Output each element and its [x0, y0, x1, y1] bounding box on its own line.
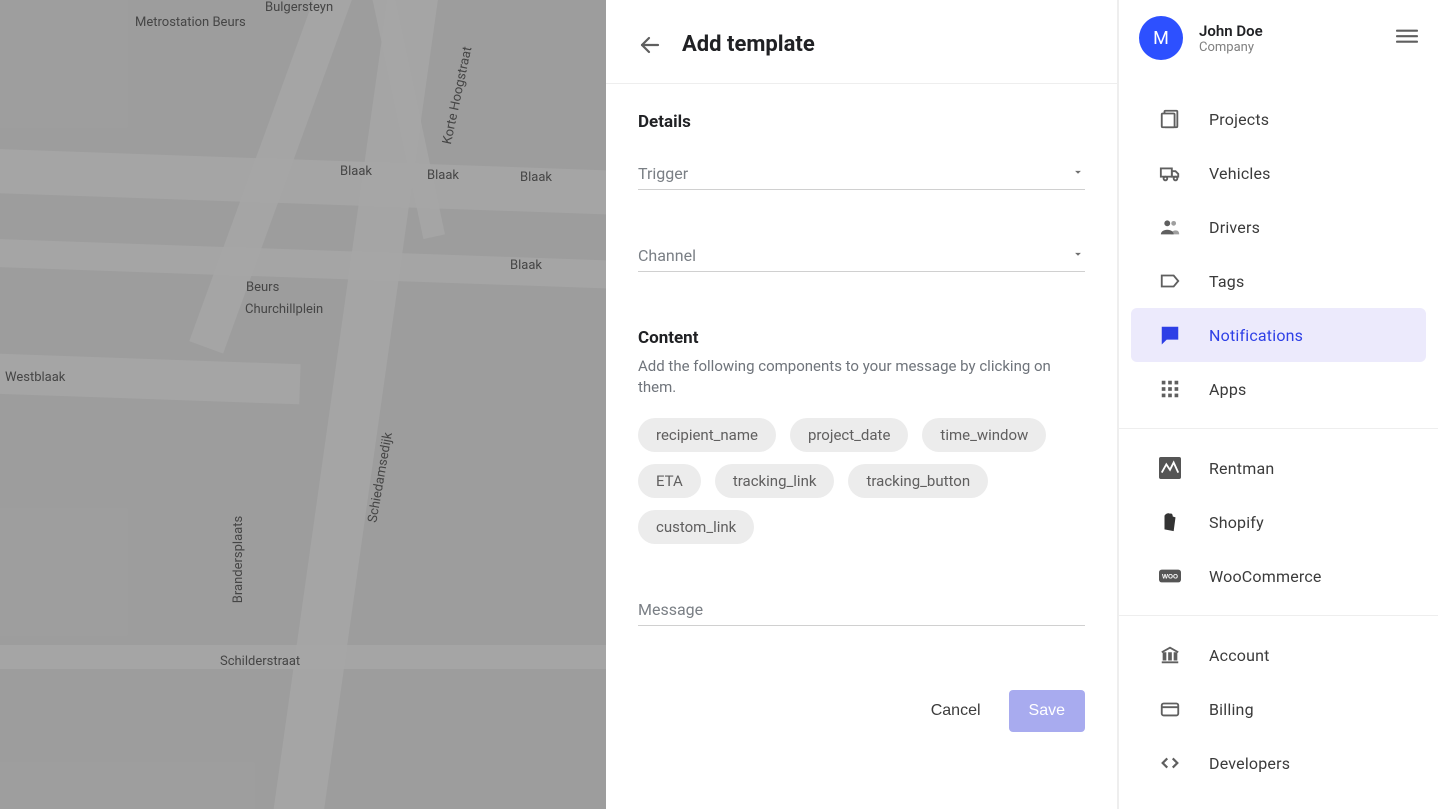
cancel-button[interactable]: Cancel	[931, 702, 981, 720]
add-template-panel: Add template Details Trigger Channel Con…	[606, 0, 1118, 809]
sidebar-item-apps[interactable]: Apps	[1131, 362, 1426, 416]
panel-title: Add template	[682, 32, 815, 57]
trigger-placeholder: Trigger	[638, 164, 688, 183]
user-name: John Doe	[1199, 22, 1263, 40]
message-placeholder: Message	[638, 600, 703, 619]
details-heading: Details	[638, 112, 1085, 132]
truck-icon	[1159, 162, 1181, 184]
sidebar-item-label: Tags	[1209, 272, 1398, 291]
chat-icon	[1159, 324, 1181, 346]
chip-ETA[interactable]: ETA	[638, 464, 701, 498]
panel-actions: Cancel Save	[606, 690, 1117, 764]
sidebar-item-projects[interactable]: Projects	[1131, 92, 1426, 146]
sidebar-item-label: Projects	[1209, 110, 1398, 129]
shopify-icon	[1159, 511, 1181, 533]
sidebar: M John Doe Company Projects Vehicles Drive…	[1118, 0, 1438, 809]
sidebar-item-label: Rentman	[1209, 459, 1398, 478]
back-arrow-icon[interactable]	[638, 33, 662, 57]
chip-project_date[interactable]: project_date	[790, 418, 908, 452]
hamburger-icon[interactable]	[1396, 25, 1418, 51]
code-icon	[1159, 752, 1181, 774]
sidebar-item-label: WooCommerce	[1209, 567, 1398, 586]
chevron-down-icon	[1071, 164, 1085, 183]
sidebar-item-billing[interactable]: Billing	[1131, 682, 1426, 736]
sidebar-header: M John Doe Company	[1119, 0, 1438, 84]
map-background: Metrostation BeursBulgersteynKorte Hoogs…	[0, 0, 606, 809]
sidebar-item-tags[interactable]: Tags	[1131, 254, 1426, 308]
avatar[interactable]: M	[1139, 16, 1183, 60]
sidebar-item-vehicles[interactable]: Vehicles	[1131, 146, 1426, 200]
sidebar-item-label: Notifications	[1209, 326, 1398, 345]
component-chips: recipient_name project_date time_window ETA…	[638, 418, 1085, 544]
channel-select[interactable]: Channel	[638, 246, 1085, 272]
rentman-icon	[1159, 457, 1181, 479]
drivers-icon	[1159, 216, 1181, 238]
sidebar-item-woocommerce[interactable]: WOO WooCommerce	[1131, 549, 1426, 603]
sidebar-item-label: Billing	[1209, 700, 1398, 719]
sidebar-item-label: Vehicles	[1209, 164, 1398, 183]
sidebar-item-notifications[interactable]: Notifications	[1131, 308, 1426, 362]
content-hint: Add the following components to your mes…	[638, 356, 1085, 398]
chip-recipient_name[interactable]: recipient_name	[638, 418, 776, 452]
sidebar-item-developers[interactable]: Developers	[1131, 736, 1426, 790]
chip-custom_link[interactable]: custom_link	[638, 510, 754, 544]
sidebar-item-label: Shopify	[1209, 513, 1398, 532]
sidebar-item-label: Drivers	[1209, 218, 1398, 237]
svg-text:WOO: WOO	[1162, 574, 1178, 581]
content-heading: Content	[638, 328, 1085, 348]
message-input[interactable]: Message	[638, 600, 1085, 626]
sidebar-item-account[interactable]: Account	[1131, 628, 1426, 682]
user-company: Company	[1199, 40, 1263, 55]
chevron-down-icon	[1071, 246, 1085, 265]
sidebar-item-shopify[interactable]: Shopify	[1131, 495, 1426, 549]
sidebar-item-rentman[interactable]: Rentman	[1131, 441, 1426, 495]
tag-icon	[1159, 270, 1181, 292]
card-icon	[1159, 698, 1181, 720]
sidebar-item-label: Apps	[1209, 380, 1398, 399]
bank-icon	[1159, 644, 1181, 666]
woo-icon: WOO	[1159, 565, 1181, 587]
sidebar-item-label: Developers	[1209, 754, 1398, 773]
save-button[interactable]: Save	[1009, 690, 1085, 732]
sidebar-item-label: Account	[1209, 646, 1398, 665]
chip-tracking_button[interactable]: tracking_button	[848, 464, 988, 498]
channel-placeholder: Channel	[638, 246, 696, 265]
trigger-select[interactable]: Trigger	[638, 164, 1085, 190]
chip-time_window[interactable]: time_window	[922, 418, 1046, 452]
panel-header: Add template	[606, 0, 1117, 84]
sidebar-item-drivers[interactable]: Drivers	[1131, 200, 1426, 254]
grid-icon	[1159, 378, 1181, 400]
chip-tracking_link[interactable]: tracking_link	[715, 464, 835, 498]
user-meta: John Doe Company	[1199, 22, 1263, 55]
projects-icon	[1159, 108, 1181, 130]
